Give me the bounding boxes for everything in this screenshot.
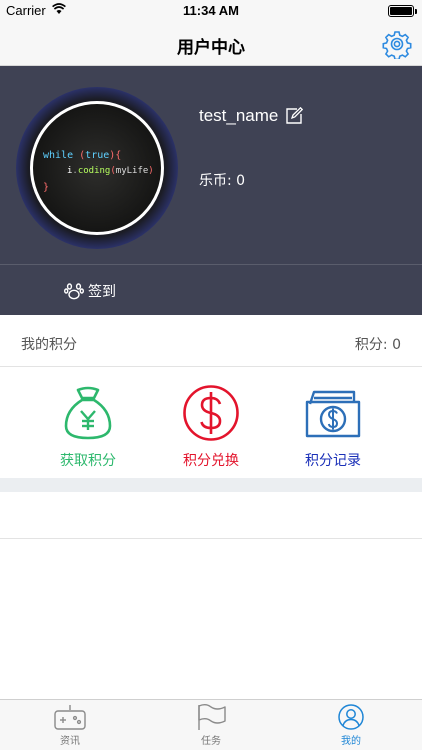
checkin-label: 签到 (88, 284, 116, 300)
points-label: 我的积分 (21, 337, 77, 353)
edit-icon[interactable] (285, 107, 304, 125)
battery-fill (390, 7, 412, 15)
user-circle-icon (338, 704, 364, 730)
flag-icon (198, 704, 226, 730)
tab-bar: 资讯 任务 我的 (0, 699, 422, 750)
dollar-circle-icon (183, 385, 239, 441)
tab-tasks-label: 任务 (201, 736, 221, 747)
gear-icon[interactable] (382, 29, 412, 59)
tab-mine-label: 我的 (341, 736, 361, 747)
page-title: 用户中心 (177, 38, 245, 58)
points-row: 我的积分 积分: 0 (0, 315, 422, 367)
profile-header: while (true){ i.coding(myLife) } test_na… (0, 66, 422, 315)
redeem-points-button[interactable]: 积分兑换 (156, 384, 266, 470)
status-bar: Carrier 11:34 AM (0, 0, 422, 22)
checkin-button[interactable]: 签到 (64, 281, 116, 301)
points-history-label: 积分记录 (305, 453, 361, 469)
section-separator (0, 478, 422, 492)
earn-points-label: 获取积分 (60, 453, 116, 469)
wifi-icon (52, 3, 66, 14)
avatar-code-line-1: while (true){ (43, 150, 122, 161)
username: test_name (199, 106, 279, 125)
coin-balance: 乐币: 0 (199, 173, 246, 189)
battery-icon (388, 5, 417, 17)
tab-mine[interactable]: 我的 (306, 704, 396, 747)
gamepad-icon (54, 705, 86, 730)
cash-stack-icon (305, 390, 361, 438)
tab-news-label: 资讯 (60, 736, 80, 747)
avatar-code-line-3: } (43, 182, 50, 193)
avatar-image: while (true){ i.coding(myLife) } (30, 101, 164, 235)
username-row: test_name (199, 106, 304, 126)
earn-points-button[interactable]: 获取积分 (33, 384, 143, 470)
points-history-button[interactable]: 积分记录 (278, 384, 388, 470)
profile-divider (0, 264, 422, 265)
paw-icon (64, 283, 84, 300)
points-value: 积分: 0 (354, 337, 401, 353)
empty-list-row (0, 492, 422, 539)
money-bag-icon (64, 386, 112, 440)
tab-news[interactable]: 资讯 (25, 704, 115, 747)
avatar[interactable]: while (true){ i.coding(myLife) } (16, 87, 178, 249)
carrier-label: Carrier (6, 3, 46, 18)
redeem-points-label: 积分兑换 (183, 453, 239, 469)
navigation-bar: 用户中心 (0, 22, 422, 66)
avatar-code-line-2: i.coding(myLife) (67, 166, 154, 176)
points-actions: 获取积分 积分兑换 积分记录 (0, 368, 422, 478)
tab-tasks[interactable]: 任务 (166, 704, 256, 747)
